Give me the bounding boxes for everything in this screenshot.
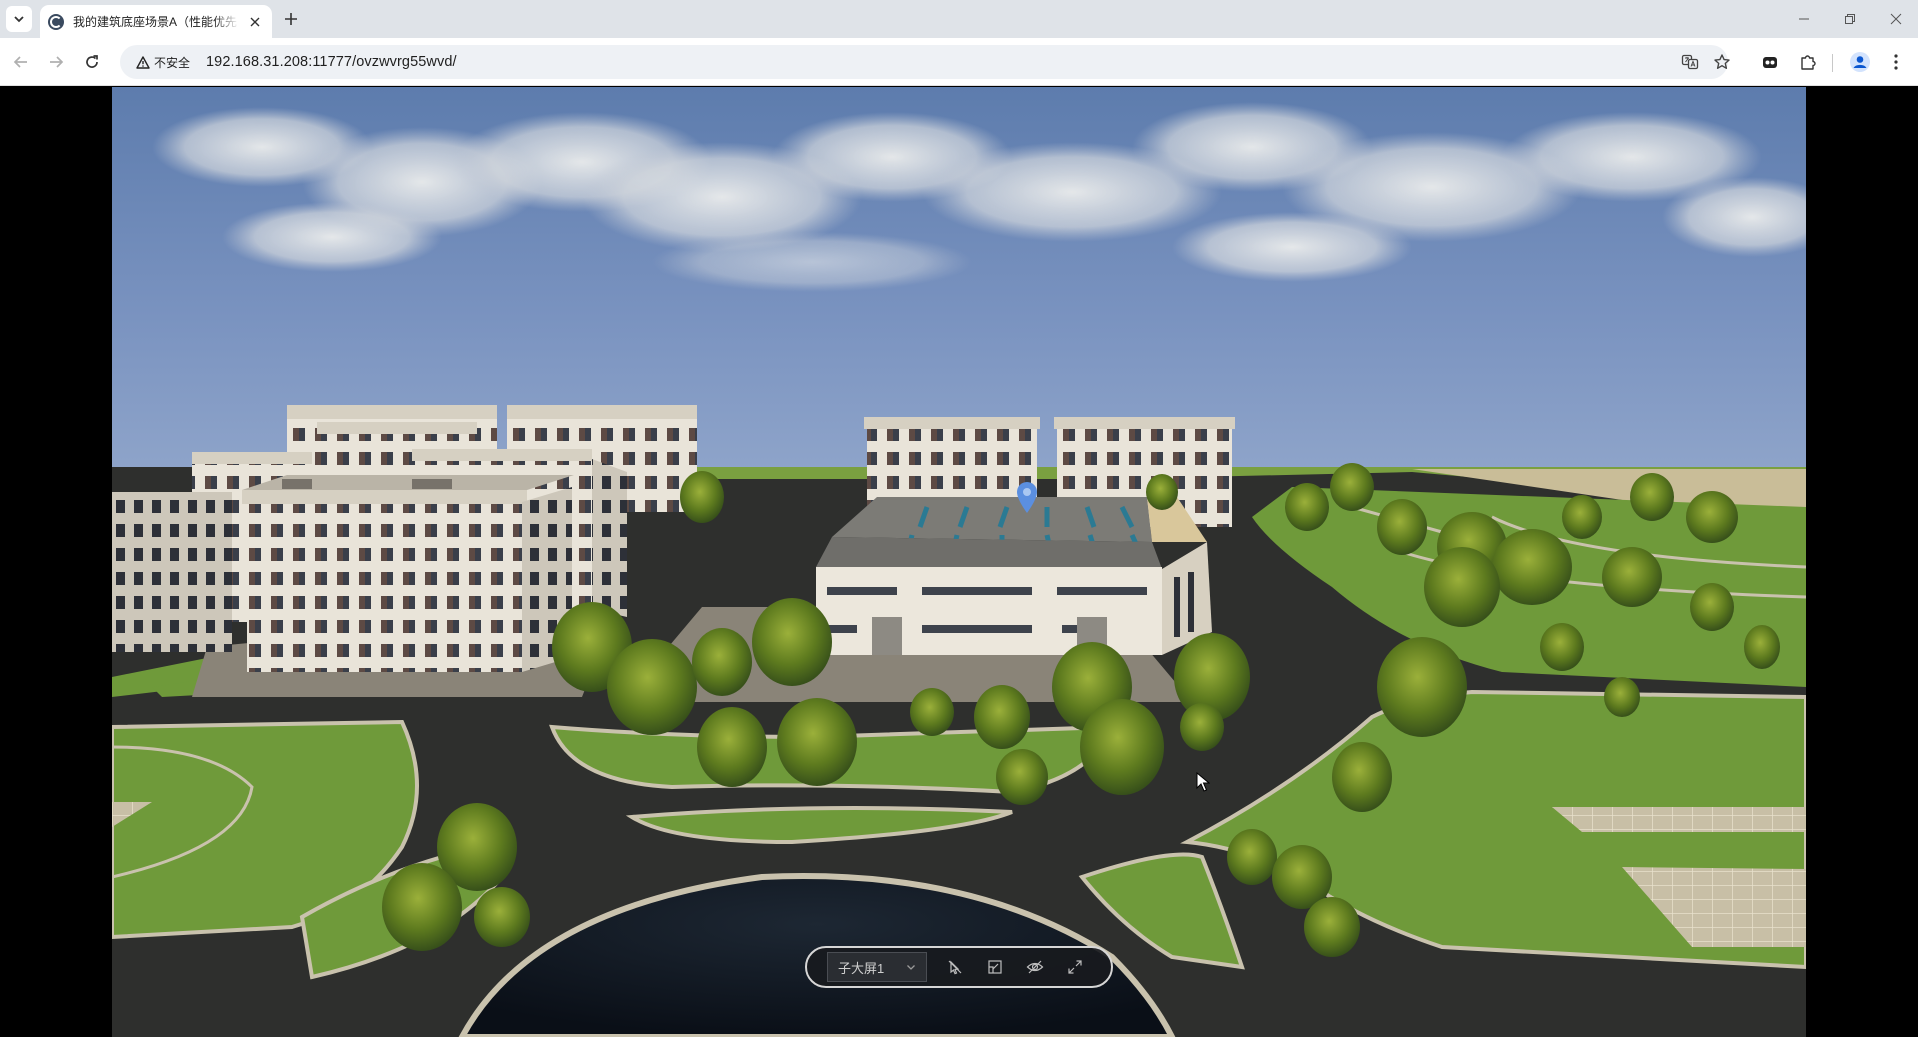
puzzle-icon bbox=[1801, 55, 1816, 70]
plus-icon bbox=[285, 13, 297, 25]
profile-button[interactable] bbox=[1848, 50, 1872, 74]
scene-viewport: 子大屏1 bbox=[0, 87, 1918, 1037]
star-icon bbox=[1714, 54, 1730, 69]
extension-app-button[interactable] bbox=[1758, 50, 1782, 74]
translate-button[interactable] bbox=[1678, 50, 1702, 74]
extensions-button[interactable] bbox=[1796, 50, 1820, 74]
3d-scene-canvas[interactable] bbox=[112, 87, 1806, 1037]
arrow-left-icon bbox=[13, 56, 27, 68]
warehouse-building bbox=[816, 497, 1212, 655]
tab-close-button[interactable] bbox=[246, 13, 264, 31]
new-tab-button[interactable] bbox=[280, 8, 302, 30]
scene-control-bar: 子大屏1 bbox=[805, 946, 1113, 988]
app-extension-icon bbox=[1763, 57, 1777, 68]
site-favicon-icon bbox=[48, 13, 64, 30]
profile-icon bbox=[1850, 52, 1870, 72]
screen-select-dropdown[interactable]: 子大屏1 bbox=[827, 952, 927, 982]
window-close-button[interactable] bbox=[1884, 8, 1908, 30]
bookmark-button[interactable] bbox=[1710, 50, 1734, 74]
reload-button[interactable] bbox=[80, 50, 104, 74]
url-text[interactable]: 192.168.31.208:11777/ovzwvrg55wvd/ bbox=[206, 54, 457, 70]
toolbar-separator bbox=[1832, 54, 1833, 72]
restore-icon bbox=[1845, 14, 1855, 24]
campus-scene-illustration bbox=[112, 87, 1806, 1037]
expand-icon bbox=[1068, 960, 1082, 974]
tab-title: 我的建筑底座场景A（性能优先 bbox=[73, 15, 238, 29]
security-label: 不安全 bbox=[154, 55, 191, 70]
security-indicator[interactable]: 不安全 bbox=[130, 49, 198, 75]
mouse-cursor-icon bbox=[1196, 772, 1210, 792]
visibility-toggle-button[interactable] bbox=[1023, 955, 1047, 979]
tab-search-button[interactable] bbox=[6, 6, 32, 32]
forward-button[interactable] bbox=[44, 50, 68, 74]
minimize-icon bbox=[1799, 18, 1809, 20]
translate-icon bbox=[1681, 54, 1699, 70]
browser-toolbar: 不安全 192.168.31.208:11777/ovzwvrg55wvd/ bbox=[0, 38, 1918, 86]
edit-box-icon bbox=[988, 960, 1002, 974]
chevron-down-icon bbox=[14, 16, 24, 23]
clear-selection-button[interactable] bbox=[943, 955, 967, 979]
browser-menu-button[interactable] bbox=[1884, 50, 1908, 74]
active-tab[interactable]: 我的建筑底座场景A（性能优先 bbox=[40, 5, 272, 38]
warning-icon bbox=[136, 55, 150, 69]
screen-select-value: 子大屏1 bbox=[838, 960, 885, 976]
minimize-button[interactable] bbox=[1792, 8, 1816, 30]
restore-button[interactable] bbox=[1838, 8, 1862, 30]
close-icon bbox=[1890, 13, 1902, 25]
residential-block-front bbox=[242, 475, 574, 672]
fullscreen-button[interactable] bbox=[1063, 955, 1087, 979]
back-button[interactable] bbox=[9, 50, 33, 74]
edit-frame-button[interactable] bbox=[983, 955, 1007, 979]
close-icon bbox=[250, 17, 260, 26]
eye-off-icon bbox=[1026, 960, 1044, 974]
address-bar[interactable]: 不安全 192.168.31.208:11777/ovzwvrg55wvd/ bbox=[120, 45, 1730, 79]
kebab-menu-icon bbox=[1894, 54, 1898, 70]
chevron-down-icon bbox=[907, 965, 915, 970]
arrow-right-icon bbox=[50, 56, 64, 68]
reload-icon bbox=[86, 55, 98, 68]
cursor-off-icon bbox=[948, 960, 962, 975]
tab-strip: 我的建筑底座场景A（性能优先 bbox=[0, 0, 1918, 38]
